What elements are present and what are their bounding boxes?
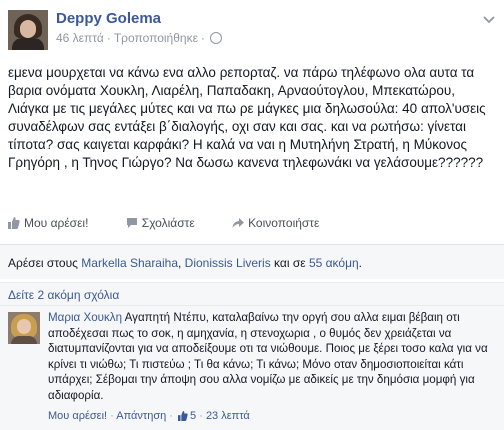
post-text: εμενα μουρχεται να κάνω ενα αλλο ρεπορτα… [8, 65, 486, 170]
comment-reply-link[interactable]: Απάντηση [116, 410, 166, 422]
comment-bubble-icon [126, 218, 137, 228]
author-avatar[interactable] [8, 10, 48, 50]
author-name-link[interactable]: Deppy Golema [56, 10, 161, 27]
comment-text: Αγαπητή Ντέπυ, καταλαβαίνω την οργή σου … [48, 311, 488, 402]
post-timestamp[interactable]: 46 λεπτά [56, 31, 104, 45]
post-meta: 46 λεπτά · Τροποποιήθηκε · [56, 31, 222, 45]
comment-label: Σχολιάστε [141, 216, 195, 230]
share-label: Κοινοποιήστε [248, 216, 320, 230]
view-more-comments-link[interactable]: Δείτε 2 ακόμη σχόλια [8, 288, 119, 302]
liker-link-1[interactable]: Markella Sharaiha [81, 256, 178, 270]
comment-button[interactable]: Σχολιάστε [126, 216, 195, 230]
like-count-thumb-icon [178, 411, 188, 421]
like-label: Μου αρέσει! [24, 216, 89, 230]
commenter-avatar[interactable] [8, 312, 40, 344]
likes-summary: Αρέσει στους Markella Sharaiha, Dionissi… [0, 244, 504, 279]
comment-timestamp[interactable]: 23 λεπτά [206, 410, 250, 422]
more-likers-link[interactable]: 55 ακόμη [309, 256, 359, 270]
comment-item: Μαρια Χουκλη Αγαπητή Ντέπυ, καταλαβαίνω … [0, 305, 504, 430]
comment-body: Μαρια Χουκλη Αγαπητή Ντέπυ, καταλαβαίνω … [48, 310, 496, 403]
liker-link-2[interactable]: Dionissis Liveris [185, 256, 271, 270]
commenter-name-link[interactable]: Μαρια Χουκλη [48, 311, 122, 324]
comment-like-link[interactable]: Μου αρέσει! [48, 410, 107, 422]
post-actions: Μου αρέσει! Σχολιάστε Κοινοποιήστε [8, 216, 353, 230]
audience-globe-icon[interactable] [209, 32, 222, 44]
likes-middle: και σε [274, 256, 306, 270]
feed-post: Deppy Golema 46 λεπτά · Τροποποιήθηκε · εμε… [0, 0, 504, 430]
comment-like-count[interactable]: 5 [190, 410, 196, 422]
chevron-down-icon[interactable] [482, 12, 496, 26]
share-button[interactable]: Κοινοποιήστε [232, 216, 319, 230]
edited-label[interactable]: Τροποποιήθηκε [114, 31, 198, 45]
view-more-comments-bar: Δείτε 2 ακόμη σχόλια [0, 282, 504, 305]
thumbs-up-icon [8, 217, 20, 229]
like-button[interactable]: Μου αρέσει! [8, 216, 88, 230]
likes-text: Αρέσει στους Markella Sharaiha, Dionissi… [8, 256, 363, 270]
comment-footer: Μου αρέσει! · Απάντηση · 5 · 23 λεπτά [48, 410, 250, 422]
share-arrow-icon [232, 218, 245, 228]
likes-prefix: Αρέσει στους [8, 256, 78, 270]
